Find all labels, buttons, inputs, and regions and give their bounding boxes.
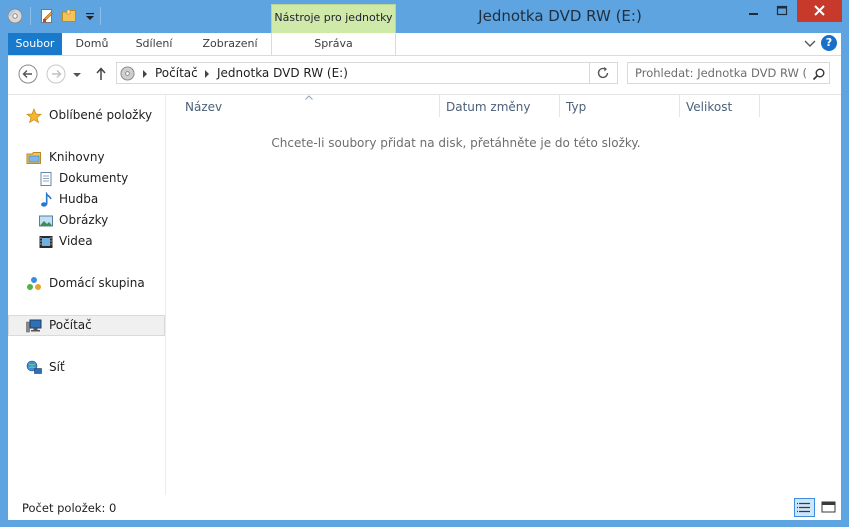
recent-locations-button[interactable] [70,63,84,85]
tab-home[interactable]: Domů [64,33,120,55]
music-icon [41,192,52,207]
navigation-bar: Počítač Jednotka DVD RW (E:) [8,56,841,94]
column-divider[interactable] [759,95,760,117]
up-button[interactable] [92,63,110,85]
forward-button[interactable] [45,63,67,85]
nav-label: Hudba [59,192,99,206]
column-header-type[interactable]: Typ [566,100,586,114]
file-list[interactable]: Název Datum změny Typ Velikost Chcete-li… [166,95,841,495]
nav-item-favorites[interactable]: Oblíbené položky [8,105,165,126]
details-view-button[interactable] [794,498,815,517]
nav-label: Dokumenty [59,171,129,185]
homegroup-icon [27,277,41,290]
breadcrumb-dvd-drive[interactable]: Jednotka DVD RW (E:) [217,66,348,80]
column-header-name[interactable]: Název [185,100,222,114]
close-button[interactable] [797,0,842,22]
item-count: Počet položek: 0 [22,501,117,515]
title-separator [30,7,31,25]
breadcrumb-separator-icon[interactable] [143,70,147,78]
nav-label: Domácí skupina [49,276,145,290]
large-icons-view-icon [821,501,836,513]
back-arrow-icon [18,64,38,84]
context-tab-group-label: Nástroje pro jednotky [271,4,396,33]
breadcrumb-separator-icon[interactable] [205,70,209,78]
column-header-size[interactable]: Velikost [686,100,732,114]
ribbon-tab-bar: Soubor Domů Sdílení Zobrazení Správa ? [8,33,841,56]
breadcrumb-computer[interactable]: Počítač [155,66,198,80]
title-separator [100,7,101,25]
nav-item-pictures[interactable]: Obrázky [8,210,165,231]
documents-icon [40,172,52,186]
nav-label: Videa [59,234,93,248]
videos-icon [39,236,53,248]
column-divider[interactable] [559,95,560,117]
status-bar: Počet položek: 0 [8,495,841,520]
column-divider[interactable] [439,95,440,117]
nav-item-homegroup[interactable]: Domácí skupina [8,273,165,294]
sort-ascending-icon [305,95,313,100]
forward-arrow-icon [46,64,66,84]
chevron-down-icon[interactable] [803,36,817,50]
nav-item-videos[interactable]: Videa [8,231,165,252]
back-button[interactable] [17,63,39,85]
chevron-down-icon [73,73,81,77]
tab-file[interactable]: Soubor [8,33,62,55]
refresh-icon [597,67,609,79]
star-icon [26,108,42,124]
search-input[interactable] [628,63,808,83]
new-folder-icon[interactable] [61,8,77,24]
dvd-drive-icon[interactable] [7,8,23,24]
column-header-date-modified[interactable]: Datum změny [446,100,531,114]
nav-label: Knihovny [49,150,105,164]
computer-icon [26,319,42,333]
network-icon [26,360,42,374]
minimize-button[interactable] [740,0,768,22]
nav-item-documents[interactable]: Dokumenty [8,168,165,189]
up-arrow-icon [96,67,106,80]
nav-label: Počítač [49,318,92,332]
nav-label: Síť [49,360,65,374]
content-area: Oblíbené položky Knihovny Dokumenty Hudb… [8,94,841,495]
title-bar[interactable]: Nástroje pro jednotky Jednotka DVD RW (E… [0,0,849,33]
nav-label: Obrázky [59,213,109,227]
nav-label: Oblíbené položky [49,108,153,122]
tab-share[interactable]: Sdílení [123,33,185,55]
pictures-icon [39,215,53,227]
help-icon[interactable]: ? [821,35,837,51]
navigation-pane[interactable]: Oblíbené položky Knihovny Dokumenty Hudb… [8,95,166,495]
empty-folder-message: Chcete-li soubory přidat na disk, přetáh… [271,136,641,150]
search-icon[interactable] [812,67,826,81]
customize-toolbar-icon[interactable] [82,8,98,24]
tab-view[interactable]: Zobrazení [191,33,269,55]
nav-item-computer[interactable]: Počítač [8,315,165,336]
properties-icon[interactable] [39,8,55,24]
large-icons-view-button[interactable] [819,498,838,517]
tab-manage[interactable]: Správa [271,33,396,55]
refresh-button[interactable] [590,62,618,84]
window-title: Jednotka DVD RW (E:) [478,7,642,25]
minimize-icon [749,13,758,15]
maximize-icon [776,5,788,16]
explorer-window: Nástroje pro jednotky Jednotka DVD RW (E… [0,0,849,527]
maximize-button[interactable] [768,0,796,22]
address-bar[interactable]: Počítač Jednotka DVD RW (E:) [116,62,690,84]
nav-item-network[interactable]: Síť [8,357,165,378]
details-view-icon [797,502,810,513]
search-box[interactable] [627,62,830,84]
column-divider[interactable] [679,95,680,117]
libraries-icon [26,152,41,164]
close-icon [814,5,825,16]
nav-item-libraries[interactable]: Knihovny [8,147,165,168]
nav-item-music[interactable]: Hudba [8,189,165,210]
dvd-drive-icon [120,66,135,81]
